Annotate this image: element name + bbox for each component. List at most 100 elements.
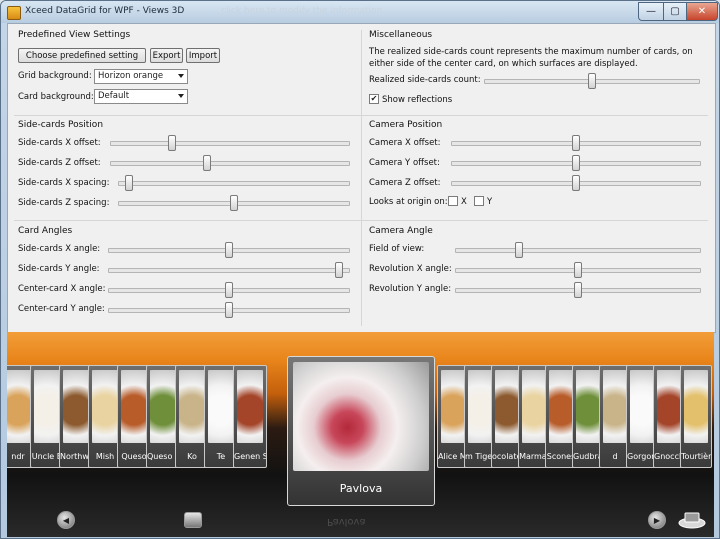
side-card-photo	[630, 370, 654, 443]
center-y-angle-label: Center-card Y angle:	[18, 304, 105, 314]
field-of-view-slider[interactable]	[455, 242, 701, 258]
carousel-scroll-thumb[interactable]	[184, 512, 202, 528]
field-of-view-label: Field of view:	[369, 244, 425, 254]
side-card-photo	[92, 370, 118, 443]
slider-track[interactable]	[108, 268, 350, 273]
title-bar[interactable]: Xceed DataGrid for WPF - Views 3D click …	[1, 1, 719, 23]
export-button[interactable]: Export	[150, 48, 183, 63]
camera-y-offset-slider[interactable]	[451, 155, 701, 171]
side-card-photo	[237, 370, 263, 443]
slider-track[interactable]	[110, 161, 350, 166]
realized-count-label: Realized side-cards count:	[369, 75, 481, 85]
slider-thumb[interactable]	[335, 262, 343, 278]
camera-position-title: Camera Position	[369, 120, 443, 130]
grid-background-label: Grid background:	[18, 71, 92, 81]
camera-z-offset-label: Camera Z offset:	[369, 178, 441, 188]
side-z-offset-slider[interactable]	[110, 155, 350, 171]
side-card-name: Tourtière	[681, 452, 711, 461]
slider-thumb[interactable]	[572, 175, 580, 191]
looks-at-x-checkbox[interactable]	[448, 196, 458, 206]
side-x-spacing-label: Side-cards X spacing:	[18, 178, 110, 188]
predefined-section-title: Predefined View Settings	[18, 30, 131, 40]
side-x-spacing-slider[interactable]	[118, 175, 350, 191]
window-title: Xceed DataGrid for WPF - Views 3D	[25, 6, 185, 16]
side-card-photo	[576, 370, 600, 443]
side-card-photo	[522, 370, 546, 443]
camera-x-offset-label: Camera X offset:	[369, 138, 441, 148]
next-button[interactable]: ▶	[648, 511, 666, 529]
misc-section-title: Miscellaneous	[369, 30, 433, 40]
slider-thumb[interactable]	[168, 135, 176, 151]
side-z-offset-label: Side-cards Z offset:	[18, 158, 101, 168]
slider-thumb[interactable]	[125, 175, 133, 191]
slider-thumb[interactable]	[225, 282, 233, 298]
looks-at-origin-label: Looks at origin on:	[369, 197, 448, 207]
grid-background-select[interactable]: Horizon orange	[94, 69, 188, 84]
card-background-select[interactable]: Default	[94, 89, 188, 104]
looks-at-y-label: Y	[487, 197, 493, 207]
import-button[interactable]: Import	[186, 48, 220, 63]
center-x-angle-slider[interactable]	[108, 282, 350, 298]
side-y-angle-label: Side-cards Y angle:	[18, 264, 100, 274]
choose-predefined-button[interactable]: Choose predefined setting	[18, 48, 146, 63]
slider-thumb[interactable]	[225, 242, 233, 258]
side-card-photo	[7, 370, 31, 443]
app-icon[interactable]	[7, 6, 21, 20]
side-x-angle-label: Side-cards X angle:	[18, 244, 101, 254]
revolution-x-label: Revolution X angle:	[369, 264, 452, 274]
side-x-offset-slider[interactable]	[110, 135, 350, 151]
slider-thumb[interactable]	[588, 73, 596, 89]
side-cards-position-title: Side-cards Position	[18, 120, 104, 130]
slider-thumb[interactable]	[203, 155, 211, 171]
card-carousel[interactable]: ndr Uncle B Northwo Mish Queso Queso M Ko Te Gen…	[7, 332, 714, 537]
center-card[interactable]: Pavlova	[287, 356, 435, 506]
side-card-photo	[179, 370, 205, 443]
revolution-x-slider[interactable]	[455, 262, 701, 278]
slider-track[interactable]	[455, 248, 701, 253]
card-angles-title: Card Angles	[18, 226, 73, 236]
side-card-photo	[63, 370, 89, 443]
center-x-angle-label: Center-card X angle:	[18, 284, 106, 294]
center-y-angle-slider[interactable]	[108, 302, 350, 318]
side-card-photo	[150, 370, 176, 443]
side-card[interactable]: Tourtière	[680, 365, 712, 468]
center-card-reflection: Pavlova	[327, 516, 366, 527]
card-background-value: Default	[98, 91, 130, 101]
maximize-button[interactable]: ▢	[663, 2, 687, 21]
side-card-photo	[495, 370, 519, 443]
close-button[interactable]: ✕	[686, 2, 718, 21]
previous-button[interactable]: ◀	[57, 511, 75, 529]
side-z-spacing-slider[interactable]	[118, 195, 350, 211]
side-x-offset-label: Side-cards X offset:	[18, 138, 101, 148]
side-card[interactable]: Genen Shouyu	[233, 365, 267, 468]
view-switch-icon[interactable]	[677, 510, 707, 530]
chevron-down-icon	[178, 74, 184, 78]
settings-panel: Predefined View Settings Choose predefin…	[7, 23, 716, 333]
show-reflections-checkbox[interactable]: ✔	[369, 94, 379, 104]
section-divider	[14, 115, 708, 116]
slider-thumb[interactable]	[225, 302, 233, 318]
revolution-y-label: Revolution Y angle:	[369, 284, 452, 294]
slider-thumb[interactable]	[574, 262, 582, 278]
slider-thumb[interactable]	[230, 195, 238, 211]
realized-count-slider[interactable]	[484, 73, 700, 89]
side-z-spacing-label: Side-cards Z spacing:	[18, 198, 110, 208]
side-card-photo	[468, 370, 492, 443]
side-card-photo	[549, 370, 573, 443]
app-window: Xceed DataGrid for WPF - Views 3D click …	[0, 0, 720, 539]
revolution-y-slider[interactable]	[455, 282, 701, 298]
camera-x-offset-slider[interactable]	[451, 135, 701, 151]
side-y-angle-slider[interactable]	[108, 262, 350, 278]
minimize-button[interactable]: —	[638, 2, 664, 21]
looks-at-y-checkbox[interactable]	[474, 196, 484, 206]
title-ghost-text: click here to modify the information	[221, 6, 383, 16]
camera-z-offset-slider[interactable]	[451, 175, 701, 191]
side-card-photo	[121, 370, 147, 443]
slider-thumb[interactable]	[572, 135, 580, 151]
side-x-angle-slider[interactable]	[108, 242, 350, 258]
slider-thumb[interactable]	[574, 282, 582, 298]
slider-thumb[interactable]	[515, 242, 523, 258]
slider-thumb[interactable]	[572, 155, 580, 171]
slider-track[interactable]	[110, 141, 350, 146]
slider-track[interactable]	[118, 181, 350, 186]
